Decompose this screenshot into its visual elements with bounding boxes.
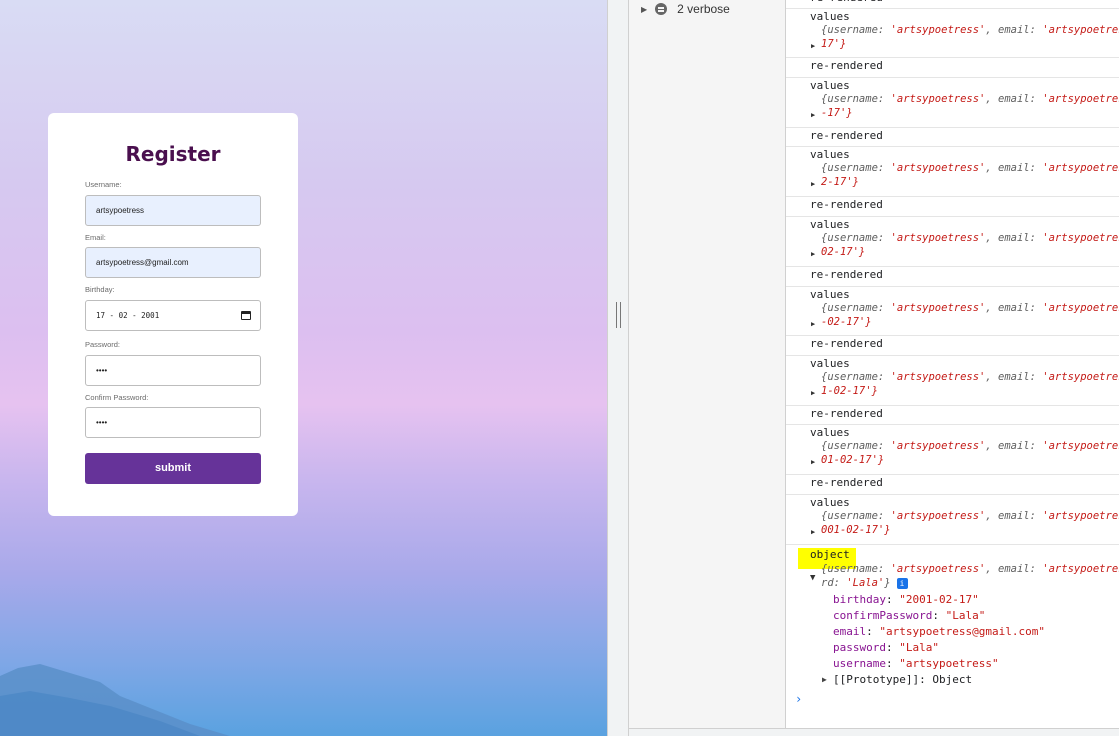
panel-splitter[interactable] (607, 0, 628, 736)
log-text: re-rendered (810, 0, 883, 4)
log-row-values: values ▶ {username: 'artsypoetress', email… (786, 78, 1119, 128)
password-input[interactable]: •••• (85, 355, 261, 386)
object-preview-line2[interactable]: 001-02-17'} (821, 524, 891, 536)
page-title: Register (125, 142, 221, 166)
log-row-rerendered: re-rendered (786, 197, 1119, 217)
confirm-password-label: Confirm Password: (85, 393, 149, 402)
log-text: re-rendered (810, 337, 883, 350)
log-row: re-rendered (786, 0, 1119, 9)
log-text: re-rendered (810, 268, 883, 281)
object-preview-line1[interactable]: {username: 'artsypoetress', email: 'arts… (821, 302, 1119, 314)
birthday-label: Birthday: (85, 285, 115, 294)
object-property[interactable]: birthday: "2001-02-17" (833, 593, 979, 606)
object-preview-line1[interactable]: {username: 'artsypoetress', email: 'arts… (821, 510, 1119, 522)
object-label: object (810, 548, 850, 561)
object-preview-line2[interactable]: 17'} (821, 38, 846, 50)
email-label: Email: (85, 233, 106, 242)
expand-triangle-icon[interactable]: ▶ (811, 528, 815, 536)
object-preview-line1[interactable]: {username: 'artsypoetress', email: 'arts… (821, 371, 1119, 383)
birthday-input[interactable]: 17 - 02 - 2001 (85, 300, 261, 331)
console-sidebar: ▶ 2 verbose (629, 0, 786, 736)
log-text: values (810, 357, 850, 370)
log-text: re-rendered (810, 407, 883, 420)
sidebar-item-verbose[interactable]: ▶ 2 verbose (641, 1, 730, 17)
log-text: re-rendered (810, 129, 883, 142)
password-label: Password: (85, 340, 121, 349)
email-input[interactable]: artsypoetress@gmail.com (85, 247, 261, 278)
object-preview-line2[interactable]: 1-02-17'} (821, 385, 878, 397)
info-icon[interactable]: i (896, 577, 908, 589)
log-row-rerendered: re-rendered (786, 267, 1119, 287)
log-text: values (810, 288, 850, 301)
prototype-entry[interactable]: [[Prototype]]: Object (833, 673, 972, 686)
confirm-password-input[interactable]: •••• (85, 407, 261, 438)
mountain-background (0, 664, 230, 736)
console-log: re-rendered values ▶ {username: 'artsypoet… (786, 0, 1119, 736)
object-property[interactable]: password: "Lala" (833, 641, 939, 654)
expand-triangle-icon[interactable]: ▶ (811, 389, 815, 397)
object-preview-line2[interactable]: 01-02-17'} (821, 454, 884, 466)
app-viewport: Register Username: artsypoetress Email: … (0, 0, 607, 736)
object-preview-line1[interactable]: {username: 'artsypoetress', email: 'arts… (821, 232, 1119, 244)
object-preview-line2[interactable]: -02-17'} (821, 316, 872, 328)
object-property[interactable]: confirmPassword: "Lala" (833, 609, 985, 622)
submit-button[interactable]: submit (85, 453, 261, 484)
log-row-rerendered: re-rendered (786, 406, 1119, 425)
log-row-rerendered: re-rendered (786, 58, 1119, 78)
expand-triangle-icon[interactable]: ▶ (811, 42, 815, 50)
expand-triangle-icon[interactable]: ▶ (811, 250, 815, 258)
object-property[interactable]: email: "artsypoetress@gmail.com" (833, 625, 1045, 638)
object-preview-line1[interactable]: {username: 'artsypoetress', email: 'arts… (821, 93, 1119, 105)
log-text: values (810, 218, 850, 231)
expand-triangle-icon[interactable]: ▶ (641, 5, 647, 14)
log-row-values: values ▶ {username: 'artsypoetress', email… (786, 425, 1119, 475)
log-row-values: values ▶ {username: 'artsypoetress', email… (786, 356, 1119, 406)
birthday-value: 17 - 02 - 2001 (96, 311, 160, 320)
log-row-values: values ▶ {username: 'artsypoetress', email… (786, 217, 1119, 267)
collapse-triangle-icon[interactable]: ▼ (810, 573, 815, 583)
object-property[interactable]: username: "artsypoetress" (833, 657, 999, 670)
expand-triangle-icon[interactable]: ▶ (811, 320, 815, 328)
log-row-rerendered: re-rendered (786, 475, 1119, 495)
log-text: values (810, 496, 850, 509)
log-text: values (810, 10, 850, 23)
log-text: values (810, 426, 850, 439)
calendar-icon[interactable] (241, 311, 251, 320)
devtools-bottom-bar (629, 728, 1119, 736)
log-text: re-rendered (810, 59, 883, 72)
object-preview-line2[interactable]: -17'} (821, 107, 853, 119)
username-input[interactable]: artsypoetress (85, 195, 261, 226)
bug-icon (655, 3, 668, 15)
register-card: Register Username: artsypoetress Email: … (48, 113, 298, 516)
object-preview-line1[interactable]: {username: 'artsypoetress', email: 'arts… (821, 440, 1119, 452)
log-text: values (810, 148, 850, 161)
username-label: Username: (85, 180, 122, 189)
expand-triangle-icon[interactable]: ▶ (822, 675, 827, 684)
log-row-values: values ▶ {username: 'artsypoetress', email… (786, 147, 1119, 197)
sidebar-item-label: 2 verbose (677, 2, 730, 16)
log-text: re-rendered (810, 198, 883, 211)
splitter-grip-icon[interactable] (616, 302, 621, 328)
log-row-values: values ▶ {username: 'artsypoetress', email… (786, 495, 1119, 545)
object-preview-line2[interactable]: 2-17'} (821, 176, 859, 188)
log-row-rerendered: re-rendered (786, 128, 1119, 147)
console-prompt-icon[interactable]: › (795, 692, 802, 706)
expand-triangle-icon[interactable]: ▶ (811, 458, 815, 466)
log-row-values: values ▶ {username: 'artsypoetress', email… (786, 9, 1119, 58)
object-preview-line1[interactable]: {username: 'artsypoetress', email: 'arts… (821, 24, 1119, 36)
expand-triangle-icon[interactable]: ▶ (811, 180, 815, 188)
object-preview-line1[interactable]: {username: 'artsypoetress', email: 'arts… (821, 162, 1119, 174)
object-preview-line1[interactable]: {username: 'artsypoetress', email: 'arts… (821, 563, 1119, 575)
object-preview-line2[interactable]: rd: 'Lala'} i (821, 577, 908, 589)
object-preview-line2[interactable]: 02-17'} (821, 246, 865, 258)
log-row-values: values ▶ {username: 'artsypoetress', email… (786, 287, 1119, 336)
expand-triangle-icon[interactable]: ▶ (811, 111, 815, 119)
devtools-console: ▶ 2 verbose re-rendered values ▶ {username… (628, 0, 1119, 736)
log-text: values (810, 79, 850, 92)
log-row-rerendered: re-rendered (786, 336, 1119, 356)
log-text: re-rendered (810, 476, 883, 489)
